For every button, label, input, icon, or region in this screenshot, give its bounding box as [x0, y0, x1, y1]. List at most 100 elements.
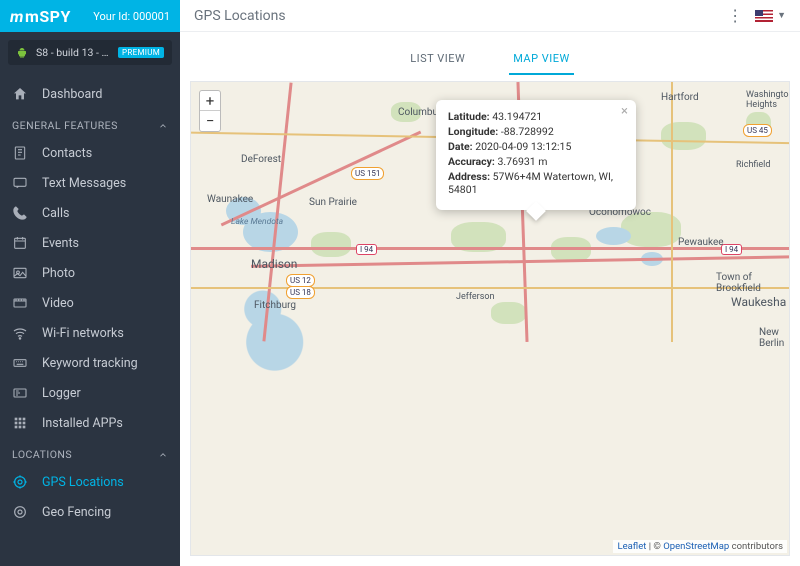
- map-attribution: Leaflet | © OpenStreetMap contributors: [613, 540, 787, 553]
- lake-label: Lake Mendota: [231, 217, 283, 227]
- leaflet-link[interactable]: Leaflet: [617, 541, 646, 552]
- popup-label: Address:: [448, 170, 490, 183]
- popup-label: Longitude:: [448, 125, 498, 138]
- map-road: [191, 287, 790, 289]
- sidebar-item-label: Contacts: [42, 146, 92, 161]
- popup-value: 2020-04-09 13:12:15: [475, 140, 571, 153]
- city-label: Madison: [251, 257, 297, 271]
- sidebar-item-wifi[interactable]: Wi-Fi networks: [0, 318, 180, 348]
- caret-down-icon: ▼: [777, 10, 786, 21]
- nav: Dashboard GENERAL FEATURES Contacts Text…: [0, 73, 180, 566]
- zoom-out-button[interactable]: −: [200, 111, 220, 131]
- sidebar-item-contacts[interactable]: Contacts: [0, 138, 180, 168]
- geofence-icon: [12, 504, 30, 520]
- main: GPS Locations ⋮ ▼ LIST VIEW MAP VIEW: [180, 0, 800, 566]
- sidebar-item-label: Keyword tracking: [42, 356, 138, 371]
- your-id: Your Id: 000001: [93, 10, 170, 23]
- road-shield: I 94: [356, 244, 377, 255]
- view-tabs: LIST VIEW MAP VIEW: [180, 46, 800, 75]
- map-feature: [491, 302, 526, 324]
- sidebar-item-gps-locations[interactable]: GPS Locations: [0, 467, 180, 497]
- chevron-up-icon: [158, 450, 168, 460]
- city-label: Jefferson: [456, 292, 494, 302]
- popup-label: Accuracy:: [448, 155, 495, 168]
- city-label: Washington Heights: [746, 90, 790, 110]
- sidebar-item-label: Logger: [42, 386, 81, 401]
- tab-list-view[interactable]: LIST VIEW: [406, 46, 469, 75]
- sidebar-item-label: Text Messages: [42, 176, 126, 191]
- contacts-icon: [12, 145, 30, 161]
- message-icon: [12, 175, 30, 191]
- sidebar-item-label: GPS Locations: [42, 475, 124, 490]
- map-feature: [311, 232, 351, 257]
- sidebar-item-label: Video: [42, 296, 74, 311]
- calendar-icon: [12, 235, 30, 251]
- sidebar-item-text-messages[interactable]: Text Messages: [0, 168, 180, 198]
- sidebar: mmSPY Your Id: 000001 S8 - build 13 - 5.…: [0, 0, 180, 566]
- road-shield: US 45: [743, 124, 772, 137]
- osm-link[interactable]: OpenStreetMap: [663, 541, 729, 552]
- city-label: Hartford: [661, 92, 699, 103]
- photo-icon: [12, 265, 30, 281]
- section-locations[interactable]: LOCATIONS: [0, 438, 180, 467]
- apps-icon: [12, 415, 30, 431]
- zoom-in-button[interactable]: +: [200, 91, 220, 111]
- sidebar-item-logger[interactable]: Logger: [0, 378, 180, 408]
- video-icon: [12, 295, 30, 311]
- zoom-control: + −: [199, 90, 221, 132]
- sidebar-item-events[interactable]: Events: [0, 228, 180, 258]
- popup-value: 43.194721: [492, 110, 542, 123]
- sidebar-item-calls[interactable]: Calls: [0, 198, 180, 228]
- city-label: Waunakee: [207, 194, 253, 205]
- city-label: Pewaukee: [678, 237, 724, 248]
- sidebar-item-label: Dashboard: [42, 87, 102, 102]
- road-shield: I 94: [721, 244, 742, 255]
- location-popup: × Latitude: 43.194721 Longitude: -88.728…: [436, 100, 636, 210]
- popup-label: Date:: [448, 140, 473, 153]
- wifi-icon: [12, 325, 30, 341]
- home-icon: [12, 86, 30, 102]
- brand-bar: mmSPY Your Id: 000001: [0, 0, 180, 32]
- sidebar-item-dashboard[interactable]: Dashboard: [0, 79, 180, 109]
- android-icon: [16, 47, 28, 59]
- device-selector[interactable]: S8 - build 13 - 5... PREMIUM: [8, 40, 172, 65]
- section-label: LOCATIONS: [12, 448, 72, 461]
- map-feature: [661, 122, 706, 150]
- city-label: Waukesha: [731, 295, 786, 309]
- city-label: Fitchburg: [254, 300, 296, 311]
- tab-map-view[interactable]: MAP VIEW: [509, 46, 574, 75]
- section-label: GENERAL FEATURES: [12, 119, 118, 132]
- city-label: Town of Brookfield: [716, 272, 789, 294]
- language-selector[interactable]: ▼: [755, 10, 786, 22]
- map-lake: [596, 227, 631, 245]
- section-general[interactable]: GENERAL FEATURES: [0, 109, 180, 138]
- location-icon: [12, 474, 30, 490]
- map[interactable]: I 94 I 94 US 151 US 12 US 18 US 45 Madis…: [190, 81, 790, 556]
- road-shield: US 18: [286, 286, 315, 299]
- premium-badge: PREMIUM: [118, 47, 164, 58]
- keyboard-icon: [12, 355, 30, 371]
- brand-name: mSPY: [25, 7, 71, 26]
- device-label: S8 - build 13 - 5...: [36, 46, 112, 59]
- city-label: DeForest: [241, 154, 281, 165]
- page-title: GPS Locations: [194, 8, 286, 24]
- sidebar-item-keyword[interactable]: Keyword tracking: [0, 348, 180, 378]
- city-label: New Berlin: [759, 327, 789, 349]
- popup-close-button[interactable]: ×: [621, 104, 628, 119]
- flag-us-icon: [755, 10, 773, 22]
- sidebar-item-label: Geo Fencing: [42, 505, 111, 520]
- more-menu-button[interactable]: ⋮: [727, 8, 743, 24]
- road-shield: US 151: [351, 167, 384, 180]
- map-road: [671, 82, 673, 342]
- sidebar-item-label: Wi-Fi networks: [42, 326, 124, 341]
- sidebar-item-label: Calls: [42, 206, 69, 221]
- brand-logo: mmSPY: [10, 7, 71, 26]
- popup-label: Latitude:: [448, 110, 490, 123]
- phone-icon: [12, 205, 30, 221]
- topbar: GPS Locations ⋮ ▼: [180, 0, 800, 32]
- sidebar-item-geo-fencing[interactable]: Geo Fencing: [0, 497, 180, 527]
- sidebar-item-video[interactable]: Video: [0, 288, 180, 318]
- chevron-up-icon: [158, 121, 168, 131]
- sidebar-item-apps[interactable]: Installed APPs: [0, 408, 180, 438]
- sidebar-item-photo[interactable]: Photo: [0, 258, 180, 288]
